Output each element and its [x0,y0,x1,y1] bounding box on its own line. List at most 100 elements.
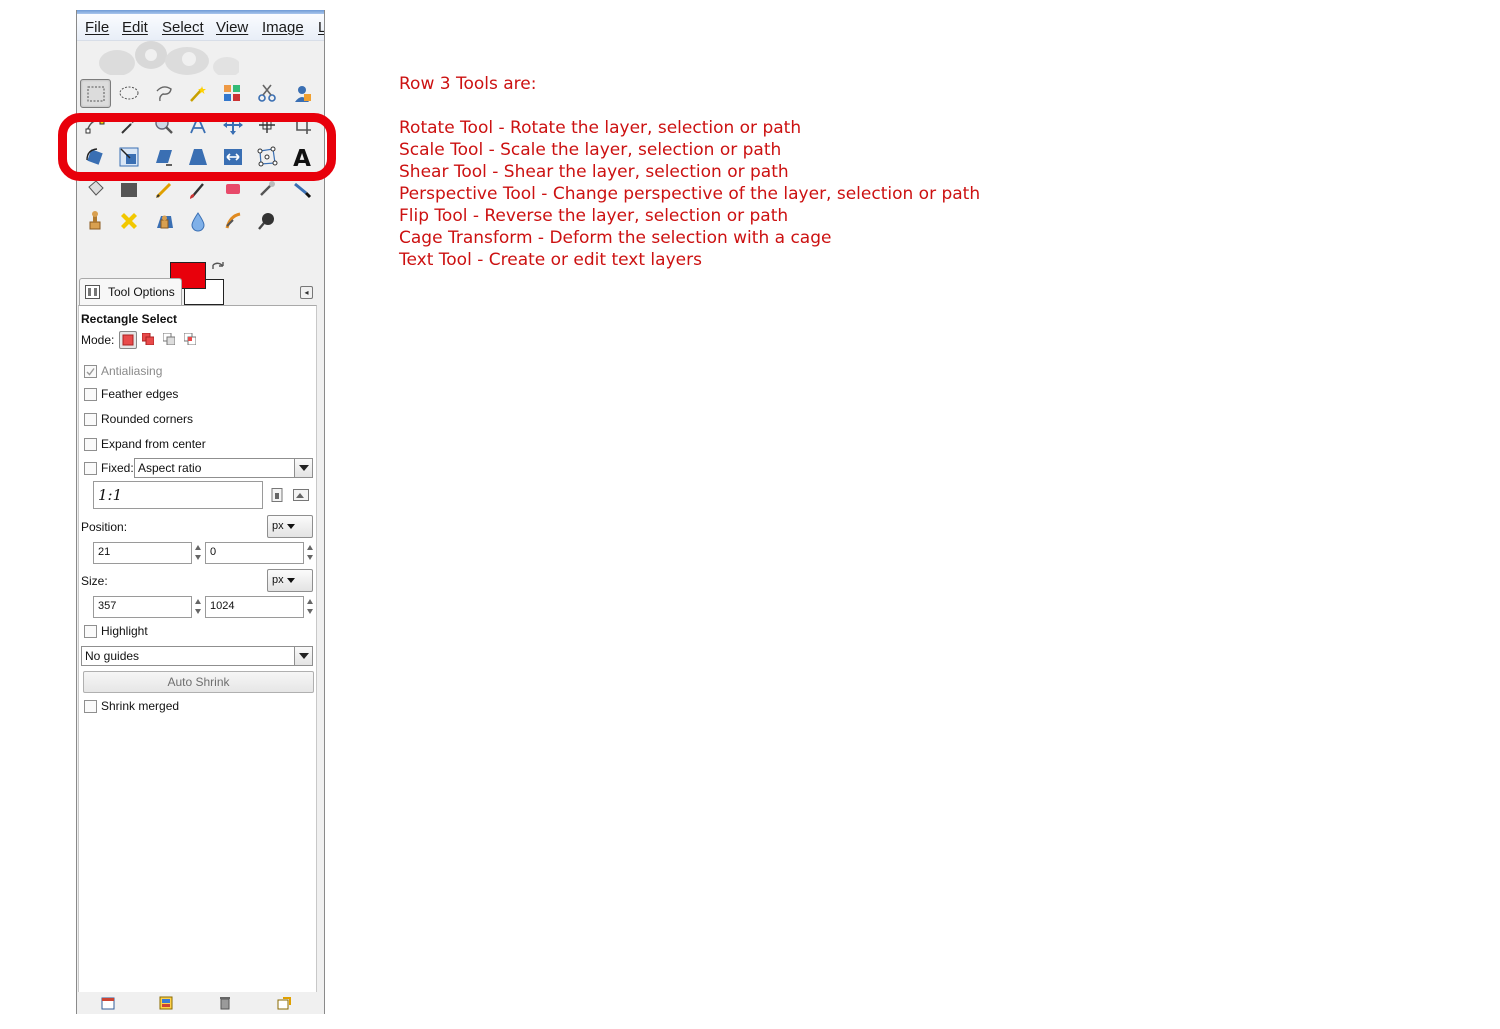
tool-foreground-select[interactable] [287,79,316,106]
checkmark-icon [86,368,95,376]
position-y-input[interactable]: 0 [205,542,313,564]
tool-options-panel: Rectangle Select Mode: Antialiasing Feat… [78,305,317,993]
fuzzy-select-icon [190,85,206,102]
notes-line: Rotate Tool - Rotate the layer, selectio… [399,118,802,138]
size-unit-value: px [272,574,284,586]
restore-tool-preset-icon[interactable] [159,996,173,1010]
position-unit-value: px [272,520,284,532]
dock-menu-button[interactable]: ◂ [300,286,313,299]
menu-image[interactable]: Image [262,19,304,36]
swap-colors-icon[interactable] [211,261,225,275]
auto-shrink-button[interactable]: Auto Shrink [83,671,314,693]
aspect-ratio-value: 1:1 [98,486,123,504]
shrink-merged-label: Shrink merged [101,699,180,713]
size-height-input[interactable]: 1024 [205,596,313,618]
tool-perspective-clone[interactable] [149,207,178,234]
row3-highlight-outline [58,113,336,181]
menu-select[interactable]: Select [162,19,204,36]
tab-label: Tool Options [108,285,175,299]
tool-clone[interactable] [80,207,109,234]
rounded-corners-checkbox[interactable] [84,413,97,426]
landscape-icon[interactable] [293,489,309,501]
save-tool-preset-icon[interactable] [101,996,115,1010]
expand-from-center-checkbox[interactable] [84,438,97,451]
mode-replace-button[interactable] [119,331,137,349]
antialiasing-checkbox[interactable] [84,365,97,378]
select-by-color-icon [223,84,240,101]
tool-select-by-color[interactable] [218,79,247,106]
size-height-spinner[interactable] [306,597,315,617]
size-width-value: 357 [98,600,117,612]
size-unit-select[interactable]: px [267,569,313,592]
tool-free-select[interactable] [149,79,178,106]
tool-smudge[interactable] [218,207,247,234]
highlight-checkbox[interactable] [84,625,97,638]
menu-file[interactable]: File [85,19,109,36]
position-x-input[interactable]: 21 [93,542,201,564]
portrait-icon[interactable] [270,488,284,502]
position-x-value: 21 [98,546,111,558]
aspect-ratio-input[interactable]: 1:1 [93,481,263,509]
blur-icon [191,211,205,231]
tool-ellipse-select[interactable] [115,79,144,106]
position-y-spinner[interactable] [306,543,315,563]
dock-bottom-bar [77,992,324,1014]
tool-rect-select[interactable] [80,79,111,108]
notes-line: Perspective Tool - Change perspective of… [399,184,981,204]
delete-tool-preset-icon[interactable] [218,996,232,1010]
foreground-select-icon [294,85,311,102]
shrink-merged-checkbox[interactable] [84,700,97,713]
antialiasing-label: Antialiasing [101,364,163,378]
reset-tool-options-icon[interactable] [277,996,291,1010]
menu-view[interactable]: View [216,19,248,36]
menu-edit[interactable]: Edit [122,19,148,36]
notes-list: Rotate Tool - Rotate the layer, selectio… [399,117,980,271]
position-label: Position: [81,520,128,534]
tool-scissors-select[interactable] [253,79,282,106]
wilber-watermark-icon [99,41,239,75]
perspective-clone-icon [156,215,173,228]
tool-options-title: Rectangle Select [81,312,178,326]
position-x-spinner[interactable] [194,543,203,563]
mode-subtract-icon [163,333,175,345]
tool-dodge-burn[interactable] [253,207,282,234]
clone-icon [89,210,100,229]
menu-layer[interactable]: L [318,19,324,36]
chevron-down-icon [287,578,295,583]
fixed-checkbox[interactable] [84,462,97,475]
notes-line: Flip Tool - Reverse the layer, selection… [399,206,789,226]
fixed-mode-select[interactable]: Aspect ratio [134,458,313,478]
mode-replace-icon [122,334,134,346]
guides-value: No guides [85,649,140,663]
chevron-down-icon [294,647,312,665]
tool-heal[interactable] [115,207,144,234]
size-height-value: 1024 [210,600,235,612]
size-width-spinner[interactable] [194,597,203,617]
position-y-value: 0 [210,546,217,558]
mode-intersect-icon [184,333,196,345]
rounded-corners-label: Rounded corners [101,412,194,426]
smudge-icon [225,212,240,228]
mode-label: Mode: [81,333,115,347]
tab-tool-options[interactable]: Tool Options [79,278,182,306]
mode-intersect-button[interactable] [182,331,198,347]
tool-blur[interactable] [184,207,213,234]
scissors-select-icon [258,84,276,102]
mode-subtract-button[interactable] [161,331,177,347]
notes-heading: Row 3 Tools are: [399,74,537,94]
annotation-text: Row 3 Tools are: Rotate Tool - Rotate th… [399,73,980,271]
notes-line: Scale Tool - Scale the layer, selection … [399,140,782,160]
chevron-down-icon [287,524,295,529]
fixed-mode-value: Aspect ratio [138,461,202,475]
size-width-input[interactable]: 357 [93,596,201,618]
mode-add-button[interactable] [140,331,156,347]
free-select-icon [155,85,172,101]
tool-fuzzy-select[interactable] [184,79,213,106]
expand-from-center-label: Expand from center [101,437,206,451]
ellipse-select-icon [119,86,139,99]
guides-select[interactable]: No guides [81,646,313,666]
position-unit-select[interactable]: px [267,515,313,538]
mode-add-icon [142,333,154,345]
feather-edges-checkbox[interactable] [84,388,97,401]
fixed-label: Fixed: [101,461,134,475]
